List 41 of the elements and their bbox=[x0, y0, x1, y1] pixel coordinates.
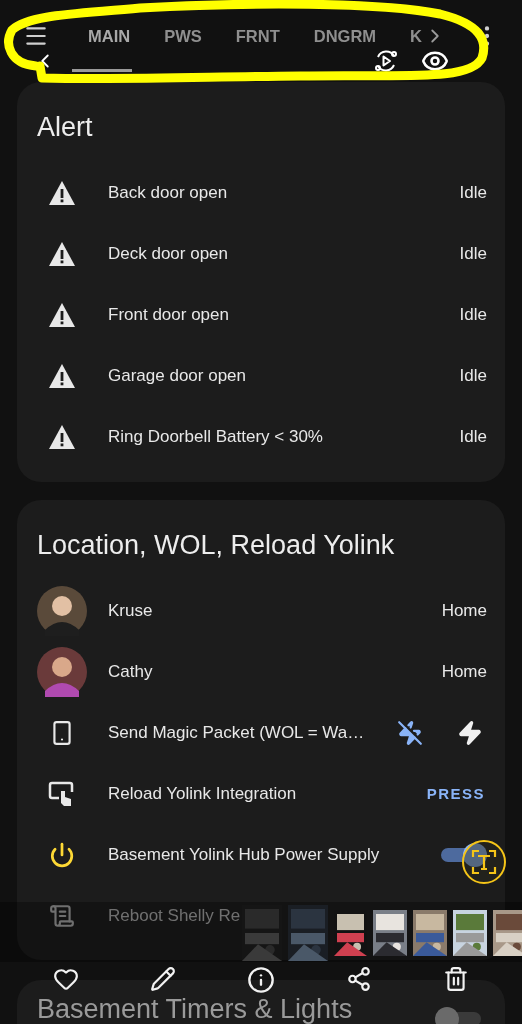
entity-state: Idle bbox=[459, 426, 487, 447]
entity-name: Send Magic Packet (WOL = Wa… bbox=[108, 722, 366, 743]
entity-name: Reload Yolink Integration bbox=[108, 783, 298, 804]
view-tab[interactable]: FRNT bbox=[218, 26, 297, 46]
presence-state: Home bbox=[441, 661, 487, 682]
view-tab[interactable]: MAIN bbox=[71, 26, 148, 46]
entity-name: Kruse bbox=[108, 600, 154, 621]
text-scan-icon bbox=[471, 849, 497, 875]
entity-name: Deck door open bbox=[108, 243, 230, 264]
presence-state: Home bbox=[441, 600, 487, 621]
entity-name: Reboot Shelly Re bbox=[108, 905, 242, 926]
scan-text-button[interactable] bbox=[462, 840, 506, 884]
card-title: Location, WOL, Reload Yolink bbox=[36, 530, 396, 560]
view-tab[interactable]: K bbox=[393, 26, 438, 46]
entity-name: Ring Doorbell Battery < 30% bbox=[108, 426, 324, 447]
entity-name: Basement Yolink Hub Power Supply bbox=[108, 844, 381, 865]
warning-icon bbox=[48, 301, 76, 328]
entity-state: Idle bbox=[459, 365, 487, 386]
warning-icon bbox=[48, 179, 76, 206]
entity-name: Front door open bbox=[108, 304, 230, 325]
avatar bbox=[37, 585, 87, 636]
tab-indicator bbox=[72, 69, 132, 72]
view-tab[interactable]: DNGRM bbox=[296, 26, 394, 46]
entity-name: Back door open bbox=[108, 182, 229, 203]
card-title: Alert bbox=[36, 112, 94, 142]
monitor-tap-icon bbox=[48, 779, 76, 808]
entity-name: Garage door open bbox=[108, 365, 247, 386]
entity-state: Idle bbox=[459, 304, 487, 325]
view-tab[interactable]: PWS bbox=[147, 26, 219, 46]
play-loop-icon[interactable] bbox=[373, 48, 399, 74]
entity-state: Idle bbox=[459, 243, 487, 264]
entity-name: Cathy bbox=[108, 661, 154, 682]
info-button[interactable] bbox=[245, 964, 277, 996]
warning-icon bbox=[48, 423, 76, 450]
warning-icon bbox=[48, 240, 76, 267]
avatar bbox=[37, 646, 87, 697]
warning-icon bbox=[48, 362, 76, 389]
card-title: Basement Timers & Lights bbox=[37, 996, 353, 1022]
entity-state: Idle bbox=[459, 182, 487, 203]
press-button[interactable]: PRESS bbox=[424, 781, 487, 806]
script-icon bbox=[49, 902, 75, 929]
